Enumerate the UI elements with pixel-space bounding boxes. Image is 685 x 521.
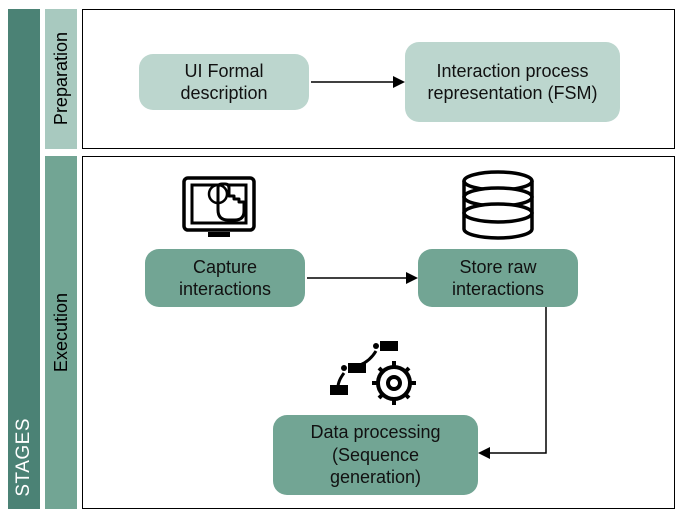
stages-label: STAGES — [13, 418, 35, 497]
database-icon — [458, 169, 538, 247]
node-processing: Data processing (Sequence generation) — [273, 415, 478, 495]
node-capture: Capture interactions — [145, 249, 305, 307]
node-store: Store raw interactions — [418, 249, 578, 307]
node-processing-label: Data processing (Sequence generation) — [285, 421, 466, 489]
node-ui-formal-label: UI Formal description — [151, 60, 297, 105]
stages-bar: STAGES — [8, 9, 40, 509]
data-processing-icon — [328, 337, 428, 415]
arrow-capture-to-store — [305, 265, 418, 291]
diagram-canvas: STAGES Preparation Execution UI Formal d… — [0, 0, 685, 521]
arrow-uiformal-to-fsm — [309, 70, 405, 94]
panel-preparation: UI Formal description Interaction proces… — [82, 9, 675, 149]
node-fsm-label: Interaction process representation (FSM) — [417, 60, 608, 105]
phase-bar-preparation: Preparation — [45, 9, 77, 149]
phase-label-preparation: Preparation — [51, 32, 72, 125]
phase-bar-execution: Execution — [45, 156, 77, 509]
node-store-label: Store raw interactions — [430, 256, 566, 301]
panel-execution: Capture interactions Store raw interacti… — [82, 156, 675, 509]
phase-label-execution: Execution — [51, 293, 72, 372]
node-ui-formal: UI Formal description — [139, 54, 309, 110]
node-capture-label: Capture interactions — [157, 256, 293, 301]
touch-interaction-icon — [178, 172, 268, 247]
arrow-store-to-processing — [476, 307, 566, 467]
node-fsm: Interaction process representation (FSM) — [405, 42, 620, 122]
